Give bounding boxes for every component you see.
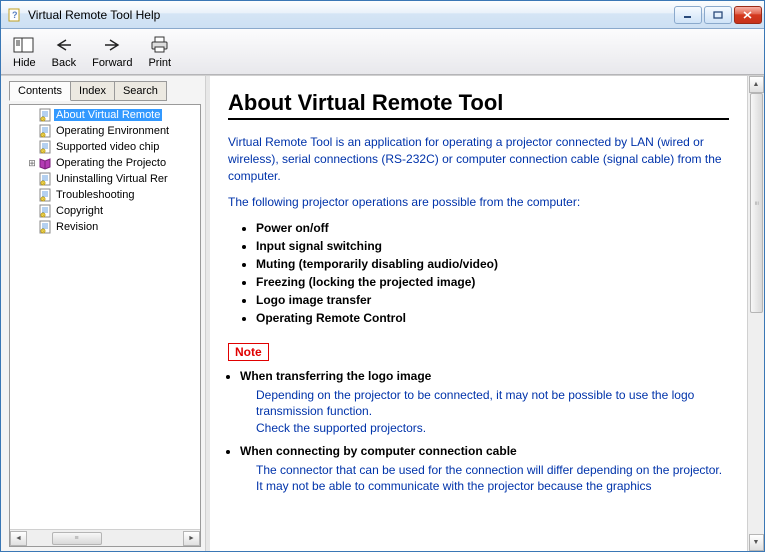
window-controls (674, 6, 762, 24)
document-icon: ? (38, 188, 52, 202)
hide-button[interactable]: Hide (5, 31, 44, 73)
tab-index[interactable]: Index (71, 81, 115, 101)
tree-item-label: Uninstalling Virtual Rer (54, 173, 170, 185)
print-button[interactable]: Print (140, 31, 179, 73)
note-body: Depending on the projector to be connect… (256, 387, 729, 436)
back-button[interactable]: Back (44, 31, 84, 73)
tab-search[interactable]: Search (115, 81, 167, 101)
app-icon: ? (7, 7, 23, 23)
document-icon: ? (38, 108, 52, 122)
operation-item: Operating Remote Control (256, 311, 729, 325)
tree-item-label: Revision (54, 221, 100, 233)
lead-text: The following projector operations are p… (228, 194, 729, 211)
tree-container: ?About Virtual Remote?Operating Environm… (9, 104, 201, 547)
tree-item-label: Supported video chip (54, 141, 161, 153)
tree-item-label: About Virtual Remote (54, 109, 162, 121)
operation-item: Logo image transfer (256, 293, 729, 307)
content-body: About Virtual Remote Tool Virtual Remote… (210, 76, 747, 551)
close-button[interactable] (734, 6, 762, 24)
tree-item-label: Troubleshooting (54, 189, 136, 201)
hide-label: Hide (13, 57, 36, 69)
content-vscrollbar[interactable]: ▲ ≡ ▼ (747, 76, 764, 551)
window-title: Virtual Remote Tool Help (28, 8, 674, 22)
nav-pane: Contents Index Search ?About Virtual Rem… (1, 76, 206, 551)
document-icon: ? (38, 140, 52, 154)
expand-icon[interactable]: ⊞ (26, 158, 38, 169)
scroll-thumb[interactable]: ≡ (52, 532, 102, 545)
intro-section: Virtual Remote Tool is an application fo… (228, 134, 729, 211)
print-label: Print (148, 57, 171, 69)
page-title: About Virtual Remote Tool (228, 90, 729, 116)
document-icon: ? (38, 220, 52, 234)
note-label: Note (228, 343, 269, 361)
scroll-right-button[interactable]: ► (183, 531, 200, 546)
forward-button[interactable]: Forward (84, 31, 140, 73)
maximize-button[interactable] (704, 6, 732, 24)
tree-item[interactable]: ⊞ Operating the Projecto (10, 155, 200, 171)
note-body: The connector that can be used for the c… (256, 462, 729, 494)
title-rule (228, 118, 729, 120)
content-pane: About Virtual Remote Tool Virtual Remote… (210, 76, 764, 551)
tree-item[interactable]: ?Supported video chip (10, 139, 200, 155)
tree-item[interactable]: ?Troubleshooting (10, 187, 200, 203)
scroll-track[interactable]: ≡ (27, 531, 183, 546)
note-item: When transferring the logo image Dependin… (240, 369, 729, 436)
document-icon: ? (38, 204, 52, 218)
scroll-down-button[interactable]: ▼ (749, 534, 764, 551)
operations-list: Power on/off Input signal switching Muting… (256, 221, 729, 325)
vscroll-track[interactable]: ≡ (749, 93, 764, 534)
minimize-button[interactable] (674, 6, 702, 24)
tree-item[interactable]: ?Copyright (10, 203, 200, 219)
topic-tree[interactable]: ?About Virtual Remote?Operating Environm… (10, 105, 200, 529)
tree-item[interactable]: ?About Virtual Remote (10, 107, 200, 123)
tree-item-label: Copyright (54, 205, 105, 217)
tree-item[interactable]: ?Revision (10, 219, 200, 235)
tree-item[interactable]: ?Uninstalling Virtual Rer (10, 171, 200, 187)
tab-contents[interactable]: Contents (9, 81, 71, 101)
hide-icon (13, 35, 35, 55)
note-heading: When transferring the logo image (240, 369, 729, 383)
body: Contents Index Search ?About Virtual Rem… (1, 75, 764, 551)
vscroll-thumb[interactable]: ≡ (750, 93, 763, 313)
tree-item-label: Operating Environment (54, 125, 171, 137)
note-heading: When connecting by computer connection c… (240, 444, 729, 458)
notes-list: When transferring the logo image Dependin… (240, 369, 729, 494)
operation-item: Freezing (locking the projected image) (256, 275, 729, 289)
scroll-up-button[interactable]: ▲ (749, 76, 764, 93)
tree-hscrollbar[interactable]: ◄ ≡ ► (10, 529, 200, 546)
help-window: ? Virtual Remote Tool Help (0, 0, 765, 552)
book-icon (38, 156, 52, 170)
operation-item: Input signal switching (256, 239, 729, 253)
titlebar[interactable]: ? Virtual Remote Tool Help (1, 1, 764, 29)
back-label: Back (52, 57, 76, 69)
svg-text:?: ? (12, 10, 18, 20)
forward-label: Forward (92, 57, 132, 69)
toolbar: Hide Back Forward Print (1, 29, 764, 75)
document-icon: ? (38, 172, 52, 186)
operation-item: Muting (temporarily disabling audio/vide… (256, 257, 729, 271)
nav-tabs: Contents Index Search (9, 80, 201, 100)
tree-item[interactable]: ?Operating Environment (10, 123, 200, 139)
tree-item-label: Operating the Projecto (54, 157, 168, 169)
back-icon (54, 35, 74, 55)
scroll-left-button[interactable]: ◄ (10, 531, 27, 546)
print-icon (150, 35, 170, 55)
document-icon: ? (38, 124, 52, 138)
forward-icon (102, 35, 122, 55)
intro-text: Virtual Remote Tool is an application fo… (228, 134, 729, 184)
note-item: When connecting by computer connection c… (240, 444, 729, 494)
operation-item: Power on/off (256, 221, 729, 235)
